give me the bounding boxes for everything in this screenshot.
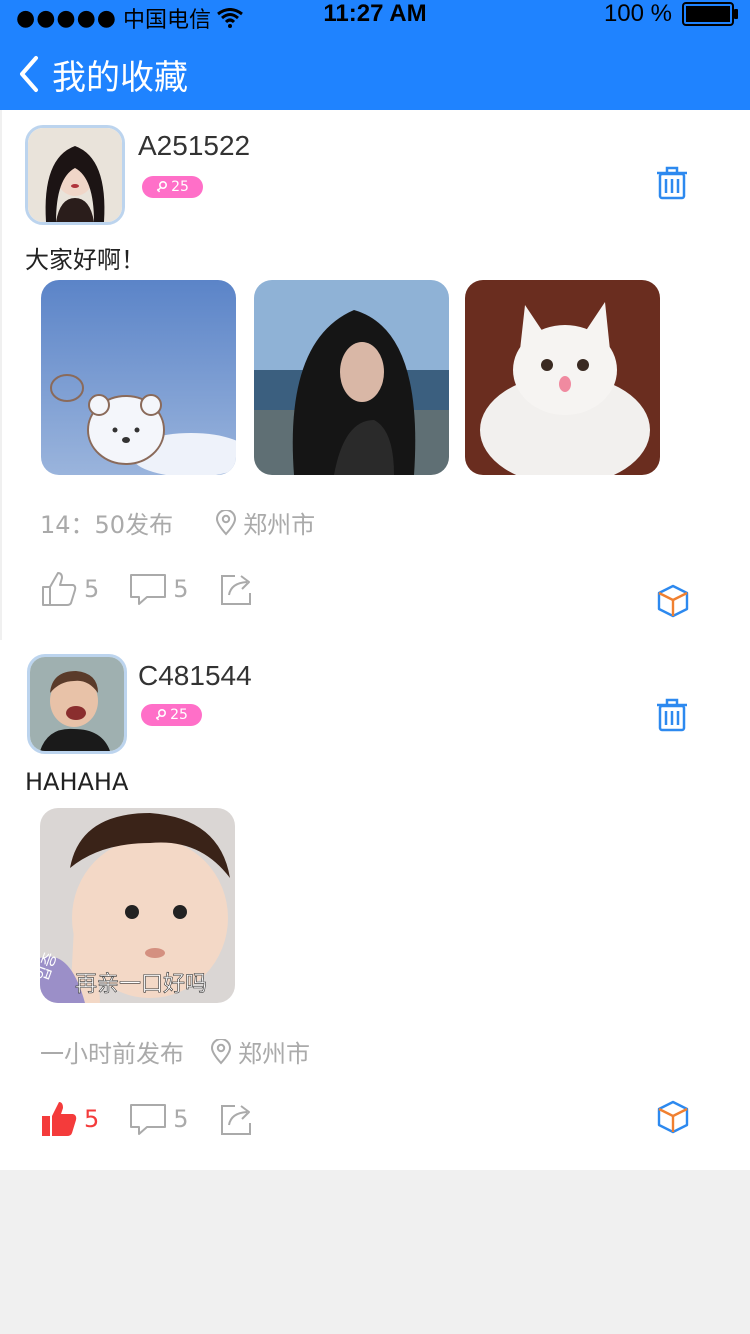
badge-count: 25 xyxy=(170,707,188,723)
post-time: 14：50发布 xyxy=(40,511,174,539)
post-meta: 14：50发布 郑州市 xyxy=(40,505,315,540)
share-icon xyxy=(220,575,251,605)
comment-button[interactable]: 5 xyxy=(129,1102,189,1136)
post-text: HAHAHA xyxy=(25,768,129,796)
share-button[interactable] xyxy=(219,1101,255,1137)
location-pin-icon xyxy=(210,1038,232,1064)
share-button[interactable] xyxy=(219,571,255,607)
trash-icon[interactable] xyxy=(656,166,688,200)
back-arrow-icon[interactable] xyxy=(14,54,44,94)
like-button[interactable]: 5 xyxy=(40,570,99,608)
post-card: C481544 25 HAHAHA 입증 再亲一口好吗 一小时前发布 郑州市 5… xyxy=(0,640,750,1170)
cube-icon[interactable] xyxy=(656,1100,690,1134)
photo-caption: 再亲一口好吗 xyxy=(75,972,207,997)
like-count: 5 xyxy=(84,575,100,603)
status-bar: ●●●●● 中国电信 11:27 AM 100 % xyxy=(0,0,750,33)
post-location: 郑州市 xyxy=(238,1040,310,1068)
avatar[interactable] xyxy=(25,125,125,225)
like-button[interactable]: 5 xyxy=(40,1100,99,1138)
badge-count: 25 xyxy=(171,179,189,195)
username[interactable]: C481544 xyxy=(138,660,252,692)
trash-icon[interactable] xyxy=(656,698,688,732)
battery-icon xyxy=(682,2,738,26)
cube-icon[interactable] xyxy=(656,584,690,618)
post-card: A251522 25 大家好啊！ 14：50发布 郑州市 5 5 xyxy=(0,110,750,640)
thumbs-up-icon xyxy=(42,572,77,606)
age-badge: 25 xyxy=(142,176,203,198)
post-time: 一小时前发布 xyxy=(40,1040,184,1068)
post-actions: 5 5 xyxy=(40,570,285,608)
thumbs-up-filled-icon xyxy=(42,1102,77,1136)
baby-meme-photo[interactable]: 입증 再亲一口好吗 xyxy=(40,808,235,1003)
post-actions: 5 5 xyxy=(40,1100,285,1138)
card-edge xyxy=(0,110,2,640)
post-meta: 一小时前发布 郑州市 xyxy=(40,1034,310,1069)
bear-cloud-photo[interactable] xyxy=(41,280,236,475)
like-count: 5 xyxy=(84,1105,100,1133)
app-header: ●●●●● 中国电信 11:27 AM 100 % 我的收藏 xyxy=(0,0,750,110)
comment-button[interactable]: 5 xyxy=(129,572,189,606)
comment-count: 5 xyxy=(173,575,189,603)
age-badge: 25 xyxy=(141,704,202,726)
comment-icon xyxy=(130,1104,167,1135)
girl-beach-photo[interactable] xyxy=(254,280,449,475)
battery-percent: 100 % xyxy=(603,0,672,27)
nav-bar: 我的收藏 xyxy=(0,44,750,104)
white-cat-photo[interactable] xyxy=(465,280,660,475)
page-title: 我的收藏 xyxy=(52,58,188,98)
comment-icon xyxy=(130,574,167,605)
share-icon xyxy=(220,1105,251,1135)
username[interactable]: A251522 xyxy=(138,130,250,162)
comment-count: 5 xyxy=(173,1105,189,1133)
female-icon xyxy=(156,180,168,193)
post-text: 大家好啊！ xyxy=(25,246,145,274)
post-location: 郑州市 xyxy=(243,511,316,539)
female-icon xyxy=(155,708,167,721)
location-pin-icon xyxy=(216,509,237,535)
avatar[interactable] xyxy=(27,654,127,754)
